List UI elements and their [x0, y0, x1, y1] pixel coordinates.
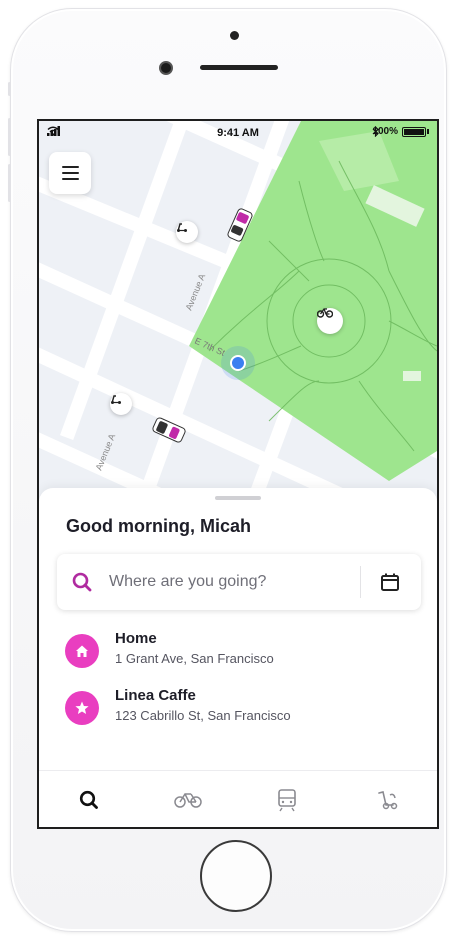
map-canvas: Avenue A E 7th St Avenue A — [39, 121, 437, 501]
scooter-icon — [377, 790, 397, 809]
tab-bike[interactable] — [138, 771, 237, 827]
map-view[interactable]: Avenue A E 7th St Avenue A 9:41 AM 100% — [39, 121, 437, 501]
scooter-icon[interactable] — [176, 221, 198, 243]
place-title: Linea Caffe — [115, 687, 196, 704]
search-icon — [79, 790, 98, 809]
earpiece-speaker — [200, 65, 278, 70]
search-divider — [360, 566, 361, 598]
train-icon — [277, 788, 296, 811]
bike-icon[interactable] — [317, 308, 343, 334]
menu-icon — [61, 178, 79, 180]
menu-icon — [61, 172, 79, 174]
sheet-drag-handle[interactable] — [215, 496, 261, 500]
proximity-sensor — [230, 31, 239, 40]
place-title: Home — [115, 630, 157, 647]
greeting-text: Good morning, Micah — [66, 516, 251, 536]
home-icon — [65, 634, 99, 668]
phone-screen: Avenue A E 7th St Avenue A 9:41 AM 100% … — [37, 119, 439, 829]
saved-place-home[interactable]: Home 1 Grant Ave, San Francisco — [65, 630, 405, 674]
tab-transit[interactable] — [237, 771, 336, 827]
home-button[interactable] — [200, 840, 272, 912]
bottom-tab-bar — [39, 770, 437, 827]
battery-icon — [402, 126, 426, 137]
bike-icon — [173, 792, 202, 808]
battery-nub — [427, 129, 429, 134]
tab-search[interactable] — [39, 771, 138, 827]
calendar-icon[interactable] — [379, 571, 401, 593]
bottom-sheet: Good morning, Micah Where are you going?… — [39, 488, 437, 770]
tab-scooter[interactable] — [336, 771, 435, 827]
phone-side-button — [8, 118, 11, 156]
bluetooth-icon — [373, 126, 380, 137]
scooter-icon[interactable] — [110, 393, 132, 415]
place-address: 1 Grant Ave, San Francisco — [115, 651, 274, 666]
phone-side-button — [8, 164, 11, 202]
search-placeholder: Where are you going? — [109, 573, 267, 590]
star-icon — [65, 691, 99, 725]
front-camera — [159, 61, 173, 75]
place-address: 123 Cabrillo St, San Francisco — [115, 708, 291, 723]
search-icon — [72, 572, 92, 592]
status-bar: 9:41 AM 100% — [39, 121, 437, 143]
menu-icon — [61, 166, 79, 168]
phone-side-button — [8, 82, 11, 96]
saved-place-linea-caffe[interactable]: Linea Caffe 123 Cabrillo St, San Francis… — [65, 687, 405, 731]
search-input[interactable]: Where are you going? — [57, 554, 421, 610]
menu-button[interactable] — [49, 152, 91, 194]
battery-status: 100% — [372, 126, 429, 137]
